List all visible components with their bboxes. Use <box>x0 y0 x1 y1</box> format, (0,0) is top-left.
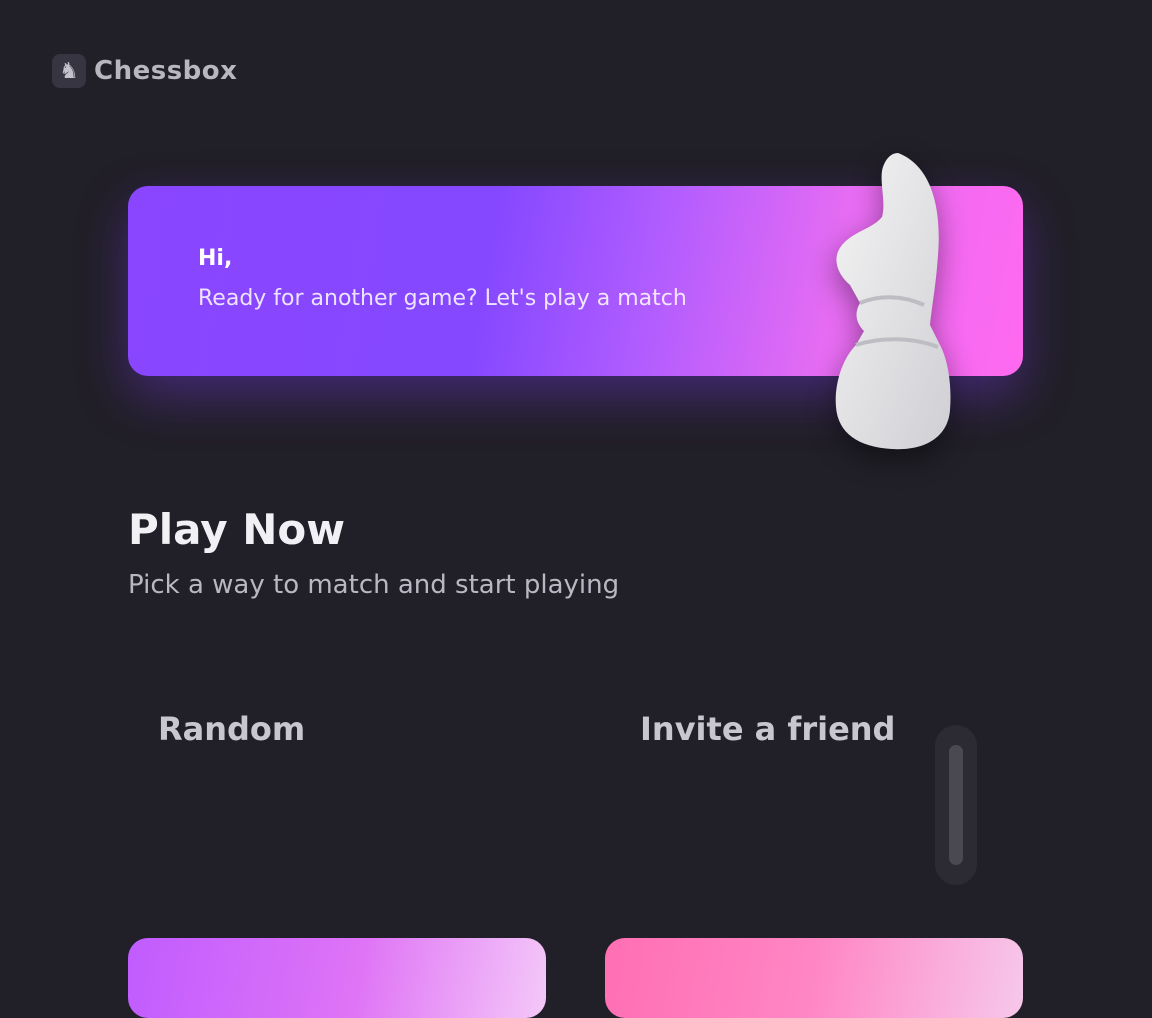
play-now-subtitle: Pick a way to match and start playing <box>128 570 620 600</box>
scroll-indicator[interactable] <box>935 725 977 885</box>
mode-options: Random Invite a friend <box>128 690 1023 910</box>
hero-greeting: Hi, <box>198 246 233 271</box>
chess-logo-icon: ♞ <box>52 54 86 88</box>
mode-card-invite[interactable] <box>605 938 1023 1018</box>
scroll-thumb[interactable] <box>949 745 963 865</box>
mode-card-random[interactable] <box>128 938 546 1018</box>
mode-invite-friend[interactable]: Invite a friend <box>640 710 895 748</box>
mode-random[interactable]: Random <box>158 710 305 748</box>
knight-piece-icon <box>835 153 951 450</box>
brand-name: Chessbox <box>94 56 238 86</box>
hero-subtitle: Ready for another game? Let's play a mat… <box>198 286 687 311</box>
play-now-title: Play Now <box>128 505 346 554</box>
brand-logo[interactable]: ♞ Chessbox <box>52 54 237 88</box>
